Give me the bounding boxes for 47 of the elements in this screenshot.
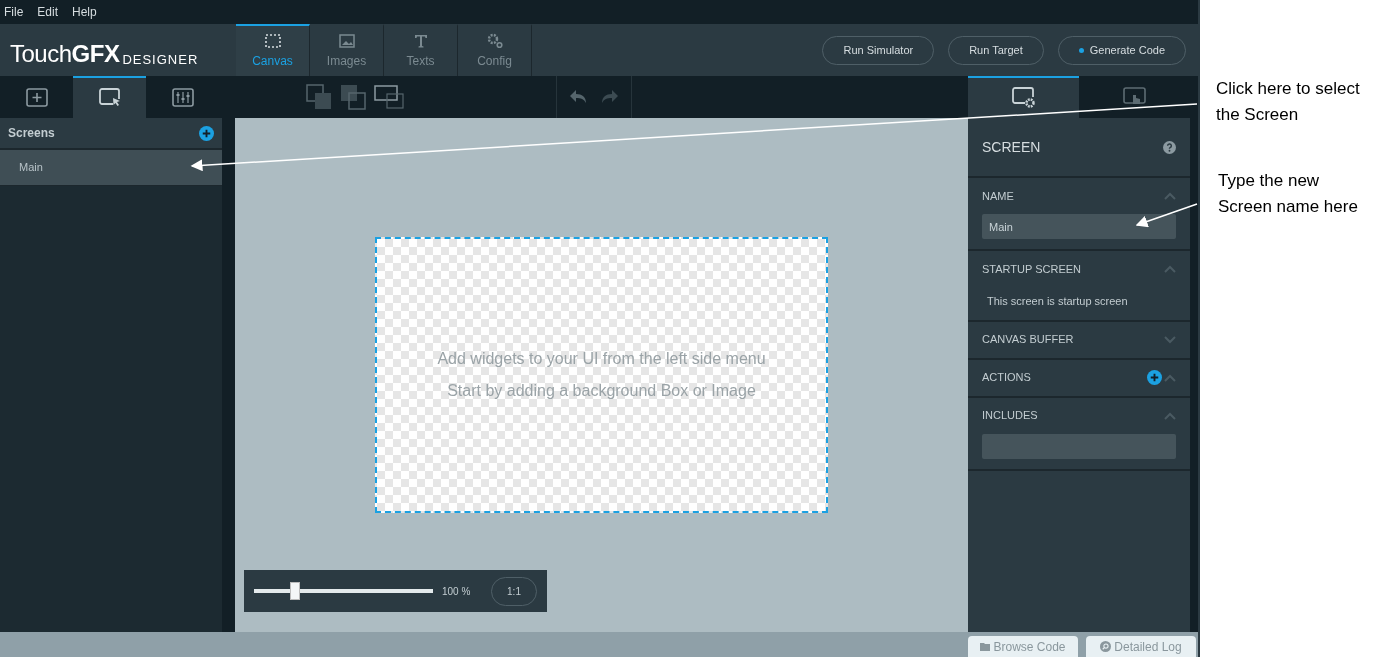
canvas-hint: Add widgets to your UI from the left side menu (437, 349, 766, 369)
overlap-icon[interactable] (374, 84, 404, 110)
panel-title: SCREEN (982, 137, 1041, 157)
add-icon[interactable] (1147, 370, 1162, 385)
main-tab[interactable]: Config (458, 24, 532, 76)
undo-icon[interactable] (569, 89, 587, 105)
footer-button[interactable]: Detailed Log (1086, 636, 1196, 657)
send-backward-icon[interactable] (306, 84, 332, 110)
bring-forward-icon[interactable] (340, 84, 366, 110)
dotted-rectangle-icon (263, 32, 282, 50)
folder-icon (980, 642, 991, 651)
menu-item[interactable]: File (4, 3, 24, 21)
section-title: INCLUDES (982, 408, 1038, 424)
app-logo: TouchGFX DESIGNER (9, 39, 200, 69)
callout-text: Type the new Screen name here (1217, 170, 1359, 218)
help-icon[interactable] (1163, 140, 1176, 154)
main-tab[interactable]: Texts (384, 24, 458, 76)
panel-title: Screens (8, 125, 55, 142)
callout-arrow (1135, 203, 1198, 228)
sliders-icon (171, 88, 194, 108)
zoom-reading: 100 % (442, 584, 471, 599)
menu-item[interactable]: Help (72, 3, 97, 21)
add-icon (25, 88, 48, 108)
section-title: ACTIONS (982, 370, 1031, 386)
gears-icon (485, 32, 504, 50)
section-title: NAME (982, 188, 1014, 204)
includes-field[interactable] (982, 433, 1176, 459)
zoom-slider[interactable] (254, 584, 433, 598)
screen-cursor-icon (98, 88, 121, 108)
footer-button[interactable]: Browse Code (968, 636, 1078, 657)
add-icon[interactable] (199, 125, 214, 141)
slider-thumb[interactable] (290, 582, 301, 600)
main-tab[interactable]: Canvas (236, 24, 310, 76)
section-title: CANVAS BUFFER (982, 332, 1074, 348)
panel-tab[interactable] (73, 76, 146, 118)
menu-item[interactable]: Edit (37, 3, 59, 21)
main-tab[interactable]: Images (310, 24, 384, 76)
panel-tab[interactable] (968, 76, 1079, 118)
section-title: STARTUP SCREEN (982, 261, 1082, 277)
picture-icon (337, 32, 356, 50)
name-field[interactable]: Main (982, 214, 1176, 239)
screen-list-item[interactable]: Main (0, 150, 222, 186)
startup-note: This screen is startup screen (986, 294, 1129, 309)
screen-gear-icon (1011, 87, 1036, 109)
canvas-hint: Start by adding a background Box or Image (447, 381, 756, 401)
callout-text: Click here to select the Screen (1216, 78, 1361, 126)
search-icon (1100, 641, 1112, 652)
